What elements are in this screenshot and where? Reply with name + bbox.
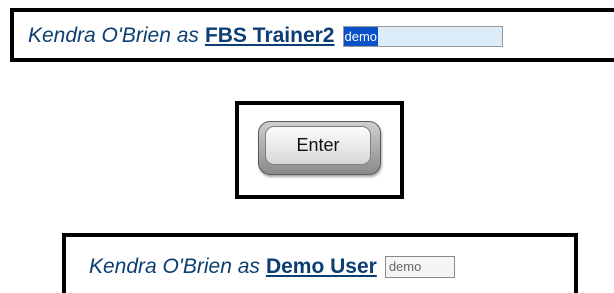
selected-text: demo [343, 26, 379, 46]
user-as-label: Kendra O'Brien as [28, 24, 199, 47]
role-link-fbs-trainer2[interactable]: FBS Trainer2 [205, 24, 335, 48]
role-link-demo-user[interactable]: Demo User [266, 255, 377, 279]
bottom-login-panel: Kendra O'Brien as Demo User demo [62, 233, 578, 293]
password-field-selected[interactable]: demo [342, 25, 503, 47]
bottom-login-line: Kendra O'Brien as Demo User demo [89, 252, 455, 282]
enter-key-label: Enter [296, 135, 340, 155]
top-login-panel: Kendra O'Brien as FBS Trainer2 demo [10, 8, 614, 62]
top-login-line: Kendra O'Brien as FBS Trainer2 demo [28, 21, 503, 51]
enter-key-button[interactable]: Enter [258, 121, 381, 175]
enter-key-panel: Enter [235, 101, 404, 199]
enter-key-face: Enter [265, 126, 371, 165]
password-field[interactable]: demo [384, 256, 455, 278]
user-as-label: Kendra O'Brien as [89, 255, 260, 278]
